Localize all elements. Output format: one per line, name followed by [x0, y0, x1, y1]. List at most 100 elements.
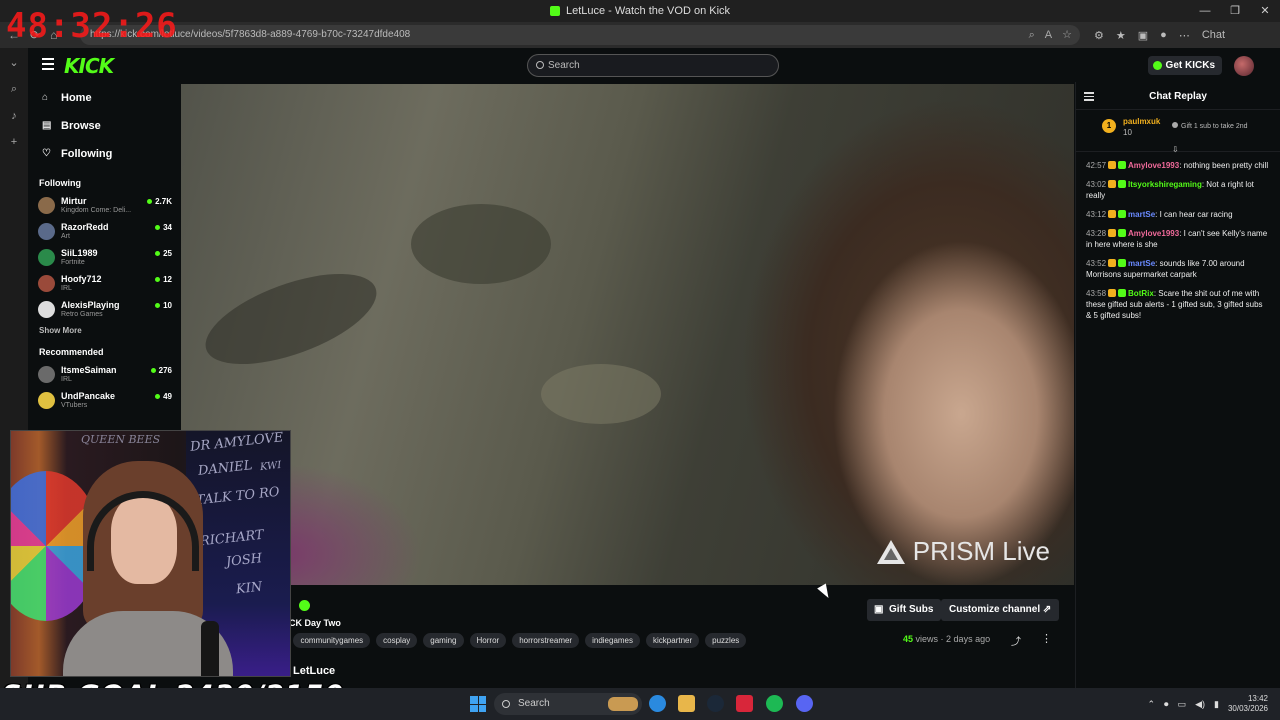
window-titlebar: LetLuce - Watch the VOD on Kick — ❐ ✕ — [0, 0, 1280, 22]
search-input[interactable]: Search — [527, 54, 779, 77]
camo-pattern — [194, 255, 388, 383]
volume-icon[interactable]: ◀) — [1195, 699, 1205, 710]
favorites-icon[interactable]: ★ — [1116, 29, 1126, 42]
show-more-link[interactable]: Show More — [28, 322, 180, 337]
search-placeholder: Search — [548, 60, 580, 71]
chat-username[interactable]: martSe — [1128, 259, 1155, 268]
sidebar-item-browse[interactable]: ▤ Browse — [28, 112, 180, 140]
clock-time: 13:42 — [1247, 694, 1268, 703]
chat-message: 43:02 Itsyorkshiregaming: Not a right lot… — [1086, 179, 1270, 201]
settings-more-icon[interactable]: ⋯ — [1179, 29, 1190, 42]
chat-username[interactable]: martSe — [1128, 210, 1155, 219]
leaderboard-user[interactable]: paulmxuk — [1123, 117, 1160, 126]
taskbar-search-input[interactable]: Search — [494, 693, 642, 715]
viewer-count: 2.7K — [147, 197, 172, 206]
steam-icon[interactable] — [707, 695, 724, 712]
chat-username[interactable]: Amylove1993 — [1128, 229, 1179, 238]
minimize-button[interactable]: — — [1190, 0, 1220, 22]
tag[interactable]: puzzles — [705, 633, 747, 648]
viewer-count: 276 — [151, 366, 172, 375]
channel-name: SiiL1989 — [61, 247, 98, 258]
user-badge-icon — [1108, 289, 1117, 297]
zoom-icon[interactable]: ⌕ — [1029, 25, 1035, 45]
battery-icon[interactable]: ▮ — [1214, 699, 1219, 710]
sidebar-item-following[interactable]: ♡ Following — [28, 140, 180, 168]
favorite-star-icon[interactable]: ☆ — [1062, 25, 1072, 45]
webcam-overlay: DR AMYLOVE DANIEL KWI TALK TO RO RICHART… — [10, 430, 291, 677]
get-kicks-button[interactable]: Get KICKs — [1147, 56, 1222, 75]
channel-name[interactable]: LetLuce — [293, 665, 335, 677]
sidebar-channel[interactable]: ItsmeSaiman IRL 276 — [28, 361, 180, 387]
channel-name: Mirtur — [61, 195, 87, 206]
collections-icon[interactable]: ▣ — [1138, 29, 1148, 42]
network-icon[interactable]: ▭ — [1178, 699, 1187, 710]
tag-list: h communitygames cosplay gaming Horror h… — [279, 633, 747, 648]
copilot-chat-button[interactable]: Chat — [1202, 29, 1225, 41]
app-red-icon[interactable] — [736, 695, 753, 712]
speaker-icon[interactable]: ♪ — [11, 110, 17, 122]
sidebar-channel[interactable]: RazorRedd Art 34 — [28, 218, 180, 244]
sidebar-channel[interactable]: AlexisPlaying Retro Games 10 — [28, 296, 180, 322]
camo-pattern — [541, 364, 661, 424]
tag[interactable]: horrorstreamer — [512, 633, 580, 648]
message-timestamp: 43:28 — [1086, 229, 1107, 238]
maximize-button[interactable]: ❐ — [1220, 0, 1250, 22]
tag[interactable]: cosplay — [376, 633, 418, 648]
prism-logo-icon — [876, 539, 905, 564]
channel-category: VTubers — [61, 401, 88, 409]
sidebar-channel[interactable]: SiiL1989 Fortnite 25 — [28, 244, 180, 270]
sidebar-channel[interactable]: Hoofy712 IRL 12 — [28, 270, 180, 296]
chevron-down-icon[interactable]: ⌄ — [9, 56, 18, 69]
read-aloud-icon[interactable]: A — [1045, 25, 1052, 45]
windows-taskbar: Search ⌃ ⏺ ▭ ◀) ▮ 13:42 30/03/2026 — [0, 688, 1280, 720]
chat-username[interactable]: Itsyorkshiregaming — [1128, 180, 1202, 189]
address-bar[interactable]: https://kick.com/letluce/videos/5f7863d8… — [80, 25, 1080, 45]
mic-tray-icon[interactable]: ⏺ — [1164, 699, 1169, 710]
tag[interactable]: kickpartner — [646, 633, 700, 648]
gift-subs-button[interactable]: ▣ Gift Subs — [867, 599, 942, 621]
chat-username[interactable]: Amylove1993 — [1128, 161, 1179, 170]
window-title: LetLuce - Watch the VOD on Kick — [565, 5, 731, 17]
channel-name: UndPancake — [61, 390, 116, 401]
tag[interactable]: Horror — [469, 633, 507, 648]
tag[interactable]: gaming — [423, 633, 464, 648]
avatar — [38, 365, 55, 383]
channel-category: IRL — [61, 284, 72, 292]
sidebar-item-home[interactable]: ⌂ Home — [28, 84, 180, 112]
chat-username[interactable]: BotRix — [1128, 289, 1154, 298]
browse-icon: ▤ — [42, 120, 52, 131]
share-icon[interactable]: ⤴ — [1011, 633, 1021, 648]
file-explorer-icon[interactable] — [678, 695, 695, 712]
discord-icon[interactable] — [796, 695, 813, 712]
spotify-icon[interactable] — [766, 695, 783, 712]
profile-icon[interactable]: ● — [1160, 29, 1167, 41]
expand-leaderboard-icon[interactable]: ⇩ — [1172, 145, 1179, 154]
windows-start-icon[interactable] — [470, 696, 486, 712]
channel-name: AlexisPlaying — [61, 299, 120, 310]
edge-browser-icon[interactable] — [649, 695, 666, 712]
close-window-button[interactable]: ✕ — [1250, 0, 1280, 22]
channel-category: Art — [61, 232, 70, 240]
menu-icon[interactable] — [42, 58, 54, 73]
tag[interactable]: communitygames — [293, 633, 371, 648]
customize-channel-button[interactable]: Customize channel ⇗ — [941, 599, 1060, 621]
chevron-up-icon[interactable]: ⌃ — [1148, 699, 1156, 710]
tag[interactable]: indiegames — [585, 633, 641, 648]
video-age: 2 days ago — [946, 634, 991, 644]
channel-category: Retro Games — [61, 310, 103, 318]
more-options-icon[interactable]: ⋮ — [1041, 632, 1052, 645]
viewer-count: 10 — [155, 301, 172, 310]
user-badge-icon — [1118, 289, 1127, 297]
taskbar-clock[interactable]: 13:42 30/03/2026 — [1228, 694, 1268, 714]
add-icon[interactable]: + — [11, 136, 17, 148]
video-player[interactable]: PRISM Live — [181, 84, 1074, 585]
search-side-icon[interactable]: ⌕ — [11, 83, 17, 96]
sidebar-channel[interactable]: Mirtur Kingdom Come: Deli... 2.7K — [28, 192, 180, 218]
video-info: CK Day Two ▣ Gift Subs Customize channel… — [181, 585, 1074, 688]
chat-text: : I can hear car racing — [1155, 210, 1233, 219]
avatar[interactable] — [1234, 56, 1254, 76]
sidebar-channel[interactable]: UndPancake VTubers 49 — [28, 387, 180, 413]
extensions-icon[interactable]: ⚙ — [1094, 29, 1104, 42]
avatar — [38, 248, 55, 266]
kick-logo[interactable]: KICK — [64, 54, 114, 78]
